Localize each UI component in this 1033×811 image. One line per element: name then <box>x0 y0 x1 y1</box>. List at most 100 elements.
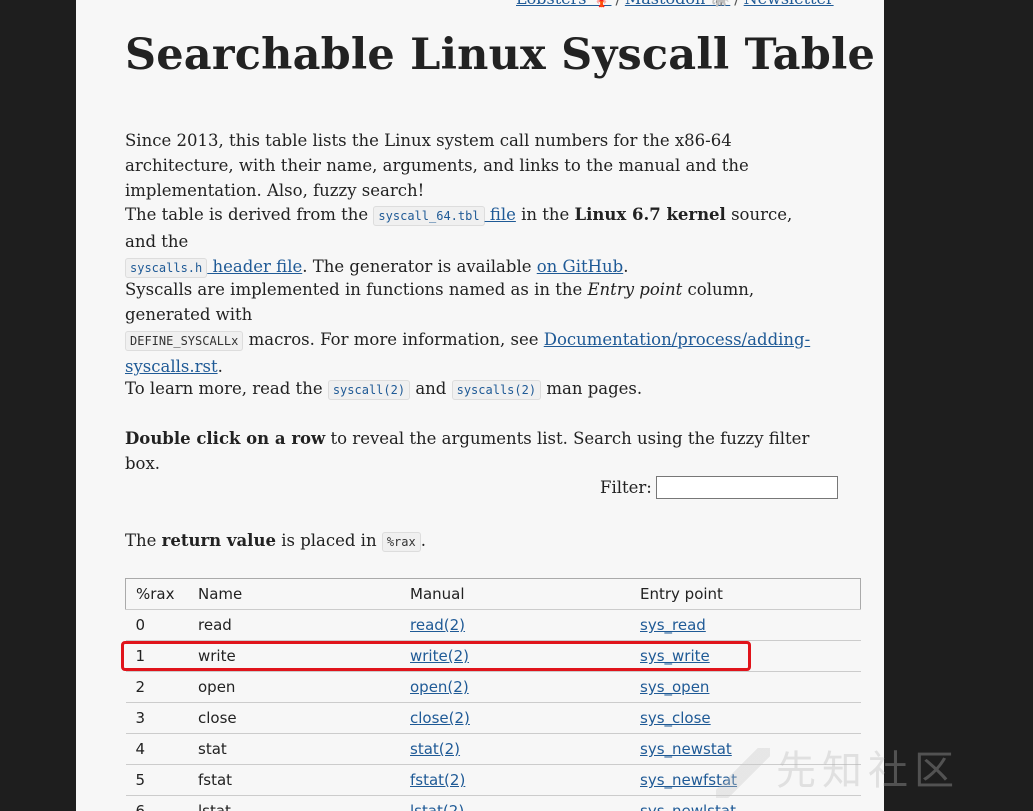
text: . <box>623 257 629 276</box>
manpages-paragraph: To learn more, read the syscall(2) and s… <box>125 376 815 403</box>
cell-rax: 4 <box>135 740 146 758</box>
cell-name: fstat <box>198 771 233 789</box>
filter-label: Filter: <box>600 478 652 497</box>
code-define-syscallx: DEFINE_SYSCALLx <box>125 331 244 351</box>
text: Syscalls are implemented in functions na… <box>125 280 588 299</box>
cell-manual: close(2) <box>400 702 630 734</box>
nav-link-newsletter[interactable]: Newsletter <box>744 0 834 8</box>
page-title: Searchable Linux Syscall Table <box>125 30 876 80</box>
watermark-logo-icon <box>716 748 770 798</box>
cell-entry-point: sys_close <box>630 702 861 734</box>
code-rax: %rax <box>381 532 421 552</box>
implementation-paragraph: Syscalls are implemented in functions na… <box>125 277 815 379</box>
instruction-bold: Double click on a row <box>125 429 326 448</box>
cell-entry-point-link[interactable]: sys_read <box>640 616 706 634</box>
nav-link-mastodon[interactable]: Mastodon 🐘 <box>625 0 730 8</box>
cell-entry-point-link[interactable]: sys_write <box>640 647 710 665</box>
text: The <box>125 531 162 550</box>
code-syscalls-h: syscalls.h <box>125 258 208 278</box>
text: in the <box>515 205 575 224</box>
cell-rax: 0 <box>125 609 188 641</box>
page: Lobsters 🦞 / Mastodon 🐘 / Newsletter Searcha… <box>76 0 884 811</box>
cell-entry-point-link[interactable]: sys_newlstat <box>640 802 736 811</box>
cell-name: read <box>188 609 400 641</box>
cell-name: stat <box>188 733 400 765</box>
return-value-bold: return value <box>161 531 276 550</box>
nav-link-lobsters[interactable]: Lobsters 🦞 <box>516 0 611 8</box>
table-row[interactable]: 1 write write(2) sys_write <box>125 640 861 672</box>
text: . The generator is available <box>302 257 537 276</box>
cell-manual-link[interactable]: lstat(2) <box>410 802 464 811</box>
cell-name: open <box>198 678 236 696</box>
cell-manual-link[interactable]: write(2) <box>410 647 469 665</box>
text: and <box>410 379 452 398</box>
cell-manual-link[interactable]: fstat(2) <box>410 771 465 789</box>
table-row[interactable]: 3 close close(2) sys_close <box>125 702 861 734</box>
cell-entry-point: sys_read <box>630 609 861 641</box>
cell-rax: 6 <box>125 795 188 811</box>
cell-name: write <box>188 640 400 672</box>
cell-rax: 6 <box>135 802 146 811</box>
link-header-file[interactable]: header file <box>207 257 302 276</box>
cell-manual: stat(2) <box>400 733 630 765</box>
watermark: 先知社区 <box>716 738 960 798</box>
link-file[interactable]: file <box>485 205 516 224</box>
cell-rax: 3 <box>135 709 146 727</box>
cell-manual-link[interactable]: read(2) <box>410 616 465 634</box>
header-entry-point[interactable]: Entry point <box>630 578 861 610</box>
filter-input[interactable] <box>655 476 838 499</box>
cell-rax: 3 <box>125 702 188 734</box>
watermark-text: 先知社区 <box>776 748 960 794</box>
cell-entry-point-link[interactable]: sys_close <box>640 709 711 727</box>
intro-paragraph: Since 2013, this table lists the Linux s… <box>125 131 749 200</box>
cell-name: write <box>198 647 236 665</box>
cell-manual-link[interactable]: stat(2) <box>410 740 460 758</box>
return-value-paragraph: The return value is placed in %rax. <box>125 528 815 555</box>
cell-entry-point-link[interactable]: sys_open <box>640 678 709 696</box>
cell-name: fstat <box>188 764 400 796</box>
header-rax[interactable]: %rax <box>125 578 188 610</box>
cell-name: open <box>188 671 400 703</box>
cell-manual: open(2) <box>400 671 630 703</box>
cell-manual: write(2) <box>400 640 630 672</box>
text: is placed in <box>275 531 382 550</box>
cell-rax: 1 <box>135 647 146 665</box>
cell-rax: 5 <box>125 764 188 796</box>
cell-rax: 0 <box>135 616 146 634</box>
cell-manual-link[interactable]: close(2) <box>410 709 470 727</box>
nav-separator: / <box>615 0 620 8</box>
table-row[interactable]: 2 open open(2) sys_open <box>125 671 861 703</box>
cell-entry-point: sys_write <box>630 640 861 672</box>
link-github[interactable]: on GitHub <box>537 257 623 276</box>
cell-rax: 4 <box>125 733 188 765</box>
text: To learn more, read the <box>125 379 328 398</box>
code-syscall-tbl: syscall_64.tbl <box>373 206 485 226</box>
cell-rax: 5 <box>135 771 146 789</box>
text: The table is derived from the <box>125 205 374 224</box>
entry-point-emphasis: Entry point <box>587 280 683 299</box>
kernel-version: Linux 6.7 kernel <box>574 205 726 224</box>
table-row[interactable]: 0 read read(2) sys_read <box>125 609 861 641</box>
nav-separator: / <box>734 0 739 8</box>
cell-name: lstat <box>198 802 231 811</box>
cell-manual: read(2) <box>400 609 630 641</box>
text: man pages. <box>541 379 643 398</box>
text: . <box>217 357 223 376</box>
cell-rax: 1 <box>125 640 188 672</box>
cell-name: read <box>198 616 232 634</box>
cell-name: close <box>188 702 400 734</box>
top-nav: Lobsters 🦞 / Mastodon 🐘 / Newsletter <box>516 0 834 8</box>
header-manual[interactable]: Manual <box>400 578 630 610</box>
code-syscalls-2[interactable]: syscalls(2) <box>451 380 542 400</box>
cell-entry-point: sys_open <box>630 671 861 703</box>
cell-manual: lstat(2) <box>400 795 630 811</box>
code-syscall-2[interactable]: syscall(2) <box>327 380 411 400</box>
header-name[interactable]: Name <box>188 578 400 610</box>
cell-manual-link[interactable]: open(2) <box>410 678 469 696</box>
source-paragraph: The table is derived from the syscall_64… <box>125 202 815 281</box>
cell-name: close <box>198 709 237 727</box>
text: . <box>420 531 426 550</box>
cell-rax: 2 <box>125 671 188 703</box>
cell-manual: fstat(2) <box>400 764 630 796</box>
cell-name: lstat <box>188 795 400 811</box>
